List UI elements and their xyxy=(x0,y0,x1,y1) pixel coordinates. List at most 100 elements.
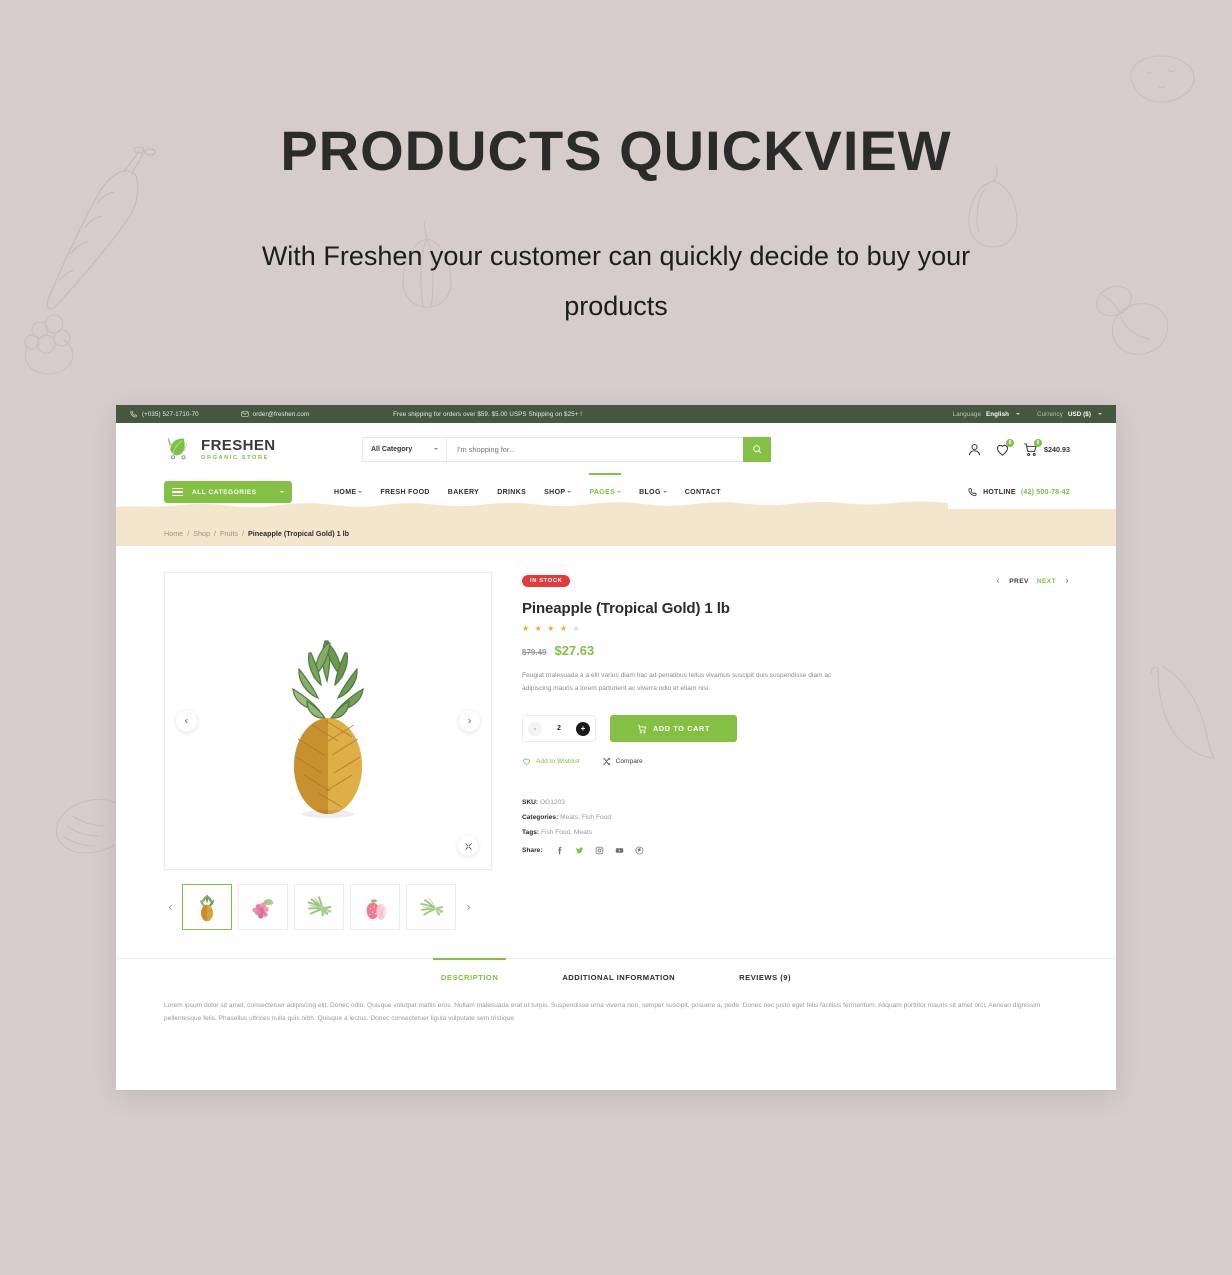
add-to-wishlist-button[interactable]: Add to Wishlist xyxy=(522,757,580,766)
thumbs-next-button[interactable] xyxy=(462,904,474,911)
product-main-image[interactable] xyxy=(164,572,492,870)
brand-name: FRESHEN xyxy=(201,436,276,454)
compare-button[interactable]: Compare xyxy=(602,757,643,766)
tab-additional-information[interactable]: ADDITIONAL INFORMATION xyxy=(562,973,675,993)
heart-icon xyxy=(523,758,530,766)
next-product-button[interactable]: NEXT xyxy=(1037,578,1056,585)
hotline[interactable]: HOTLINE (42) 500-78-42 xyxy=(968,487,1070,497)
shipping-note: Free shipping for orders over $59. $5.00… xyxy=(393,410,583,418)
topbar-right: Language English Currency USD ($) xyxy=(953,411,1102,418)
product-section: IN STOCK PREV NEXT Pineapple (Tropical G… xyxy=(116,546,1116,930)
green-beans-thumb-icon xyxy=(307,896,332,917)
gallery-prev-button[interactable] xyxy=(176,710,197,732)
product-gallery xyxy=(164,572,492,930)
chevron-right-icon xyxy=(1064,578,1070,584)
nav-item-fresh-food[interactable]: FRESH FOOD xyxy=(380,489,429,496)
gallery-next-button[interactable] xyxy=(459,710,480,732)
tags-value[interactable]: Fish Food, Meats xyxy=(541,829,592,836)
product-tabs: DESCRIPTION ADDITIONAL INFORMATION REVIE… xyxy=(116,958,1116,993)
nav-label: HOME xyxy=(334,488,357,496)
cart-group[interactable]: 0 $240.93 xyxy=(1023,438,1070,457)
nav-item-shop[interactable]: SHOP xyxy=(544,489,572,496)
breadcrumb-band: Home / Shop / Fruits / Pineapple (Tropical … xyxy=(116,501,1116,546)
nav-item-pages[interactable]: PAGES xyxy=(589,472,622,496)
hamburger-icon xyxy=(172,487,183,497)
secondary-actions: Add to Wishlist Compare xyxy=(522,757,1070,766)
prev-product-button[interactable]: PREV xyxy=(1009,578,1029,585)
purchase-row: - 2 + ADD TO CART xyxy=(522,715,1070,742)
sku-line: SKU: OG1203 xyxy=(522,799,1070,806)
site-mockup: (+035) 527-1710-70 order@freshen.com Fre… xyxy=(116,405,1116,1090)
wishlist-label: Add to Wishlist xyxy=(536,758,580,765)
nav-item-drinks[interactable]: DRINKS xyxy=(497,489,526,496)
quantity-increase-button[interactable]: + xyxy=(576,721,590,736)
breadcrumb-shop[interactable]: Shop xyxy=(193,529,210,538)
youtube-icon[interactable] xyxy=(615,846,624,855)
thumbnail-pineapple[interactable] xyxy=(182,884,232,930)
language-value[interactable]: English xyxy=(986,411,1009,418)
thumbnail-berries[interactable] xyxy=(238,884,288,930)
quantity-value: 2 xyxy=(557,725,561,732)
sku-value: OG1203 xyxy=(539,799,565,806)
product-info: IN STOCK PREV NEXT Pineapple (Tropical G… xyxy=(522,572,1070,930)
strawberries-thumb-icon xyxy=(366,899,387,920)
search-input[interactable] xyxy=(447,444,743,454)
thumbnail-green-beans[interactable] xyxy=(294,884,344,930)
thumbnail-strip xyxy=(164,884,492,930)
wishlist-icon[interactable]: 0 xyxy=(995,438,1015,457)
quantity-stepper[interactable]: - 2 + xyxy=(522,715,596,742)
thumbs-prev-button[interactable] xyxy=(164,904,176,911)
brand-tagline: ORGANIC STORE xyxy=(201,454,269,461)
facebook-icon[interactable] xyxy=(555,846,564,855)
tab-description[interactable]: DESCRIPTION xyxy=(432,958,507,993)
nav-label: FRESH FOOD xyxy=(380,488,430,496)
expand-icon[interactable] xyxy=(458,836,478,856)
nav-item-contact[interactable]: CONTACT xyxy=(685,489,721,496)
categories-value[interactable]: Meats, Fish Food xyxy=(560,814,611,821)
header-actions: 0 0 $240.93 xyxy=(967,438,1070,457)
categories-label: Categories: xyxy=(522,814,559,821)
cart-badge: 0 xyxy=(1034,438,1043,447)
cart-icon[interactable]: 0 xyxy=(1023,438,1043,457)
star-filled-icon: ★ xyxy=(559,624,569,633)
language-label: Language xyxy=(952,410,981,418)
tab-reviews[interactable]: REVIEWS (9) xyxy=(739,973,791,993)
tags-line: Tags: Fish Food, Meats xyxy=(522,829,1070,836)
nav-item-home[interactable]: HOME xyxy=(334,488,363,496)
nav-item-bakery[interactable]: BAKERY xyxy=(448,489,479,496)
brand-text: FRESHEN ORGANIC STORE xyxy=(201,438,275,461)
thumbnail-strawberries[interactable] xyxy=(350,884,400,930)
breadcrumb-home[interactable]: Home xyxy=(164,529,183,538)
nav-label: BLOG xyxy=(639,488,661,496)
old-price: $79.49 xyxy=(522,648,547,657)
nav-items: HOME FRESH FOOD BAKERY DRINKS SHOP PAGES… xyxy=(334,472,721,496)
banana-decor-icon xyxy=(1140,660,1220,770)
product-description: Feugiat malesuada a a elit varius diam h… xyxy=(522,672,832,692)
chevron-left-icon xyxy=(995,578,1001,584)
tags-label: Tags: xyxy=(522,829,540,836)
twitter-icon[interactable] xyxy=(575,846,584,855)
nav-item-blog[interactable]: BLOG xyxy=(639,489,667,496)
status-badge: IN STOCK xyxy=(522,575,571,587)
search-button[interactable] xyxy=(743,436,771,462)
topbar-email[interactable]: order@freshen.com xyxy=(241,410,309,418)
nav-label: BAKERY xyxy=(447,488,480,496)
chevron-down-icon xyxy=(567,491,572,493)
quantity-decrease-button[interactable]: - xyxy=(528,721,542,736)
share-label: Share: xyxy=(522,847,543,854)
price-block: $79.49 $27.63 xyxy=(522,643,1070,658)
hotline-label: HOTLINE xyxy=(983,488,1016,496)
instagram-icon[interactable] xyxy=(595,846,604,855)
add-to-cart-button[interactable]: ADD TO CART xyxy=(610,715,737,742)
thumbnail-green-vegetable[interactable] xyxy=(406,884,456,930)
topbar-phone[interactable]: (+035) 527-1710-70 xyxy=(130,410,199,418)
tab-content-description: Lorem ipsum dolor sit amet, consectetuer… xyxy=(164,1002,1041,1022)
pinterest-icon[interactable] xyxy=(635,846,644,855)
currency-value[interactable]: USD ($) xyxy=(1068,411,1091,418)
cart-amount: $240.93 xyxy=(1044,444,1070,454)
phone-icon xyxy=(968,487,978,497)
account-icon[interactable] xyxy=(967,442,982,457)
category-select[interactable]: All Category xyxy=(363,437,447,461)
breadcrumb-fruits[interactable]: Fruits xyxy=(220,529,238,538)
logo[interactable]: FRESHEN ORGANIC STORE xyxy=(164,434,334,464)
